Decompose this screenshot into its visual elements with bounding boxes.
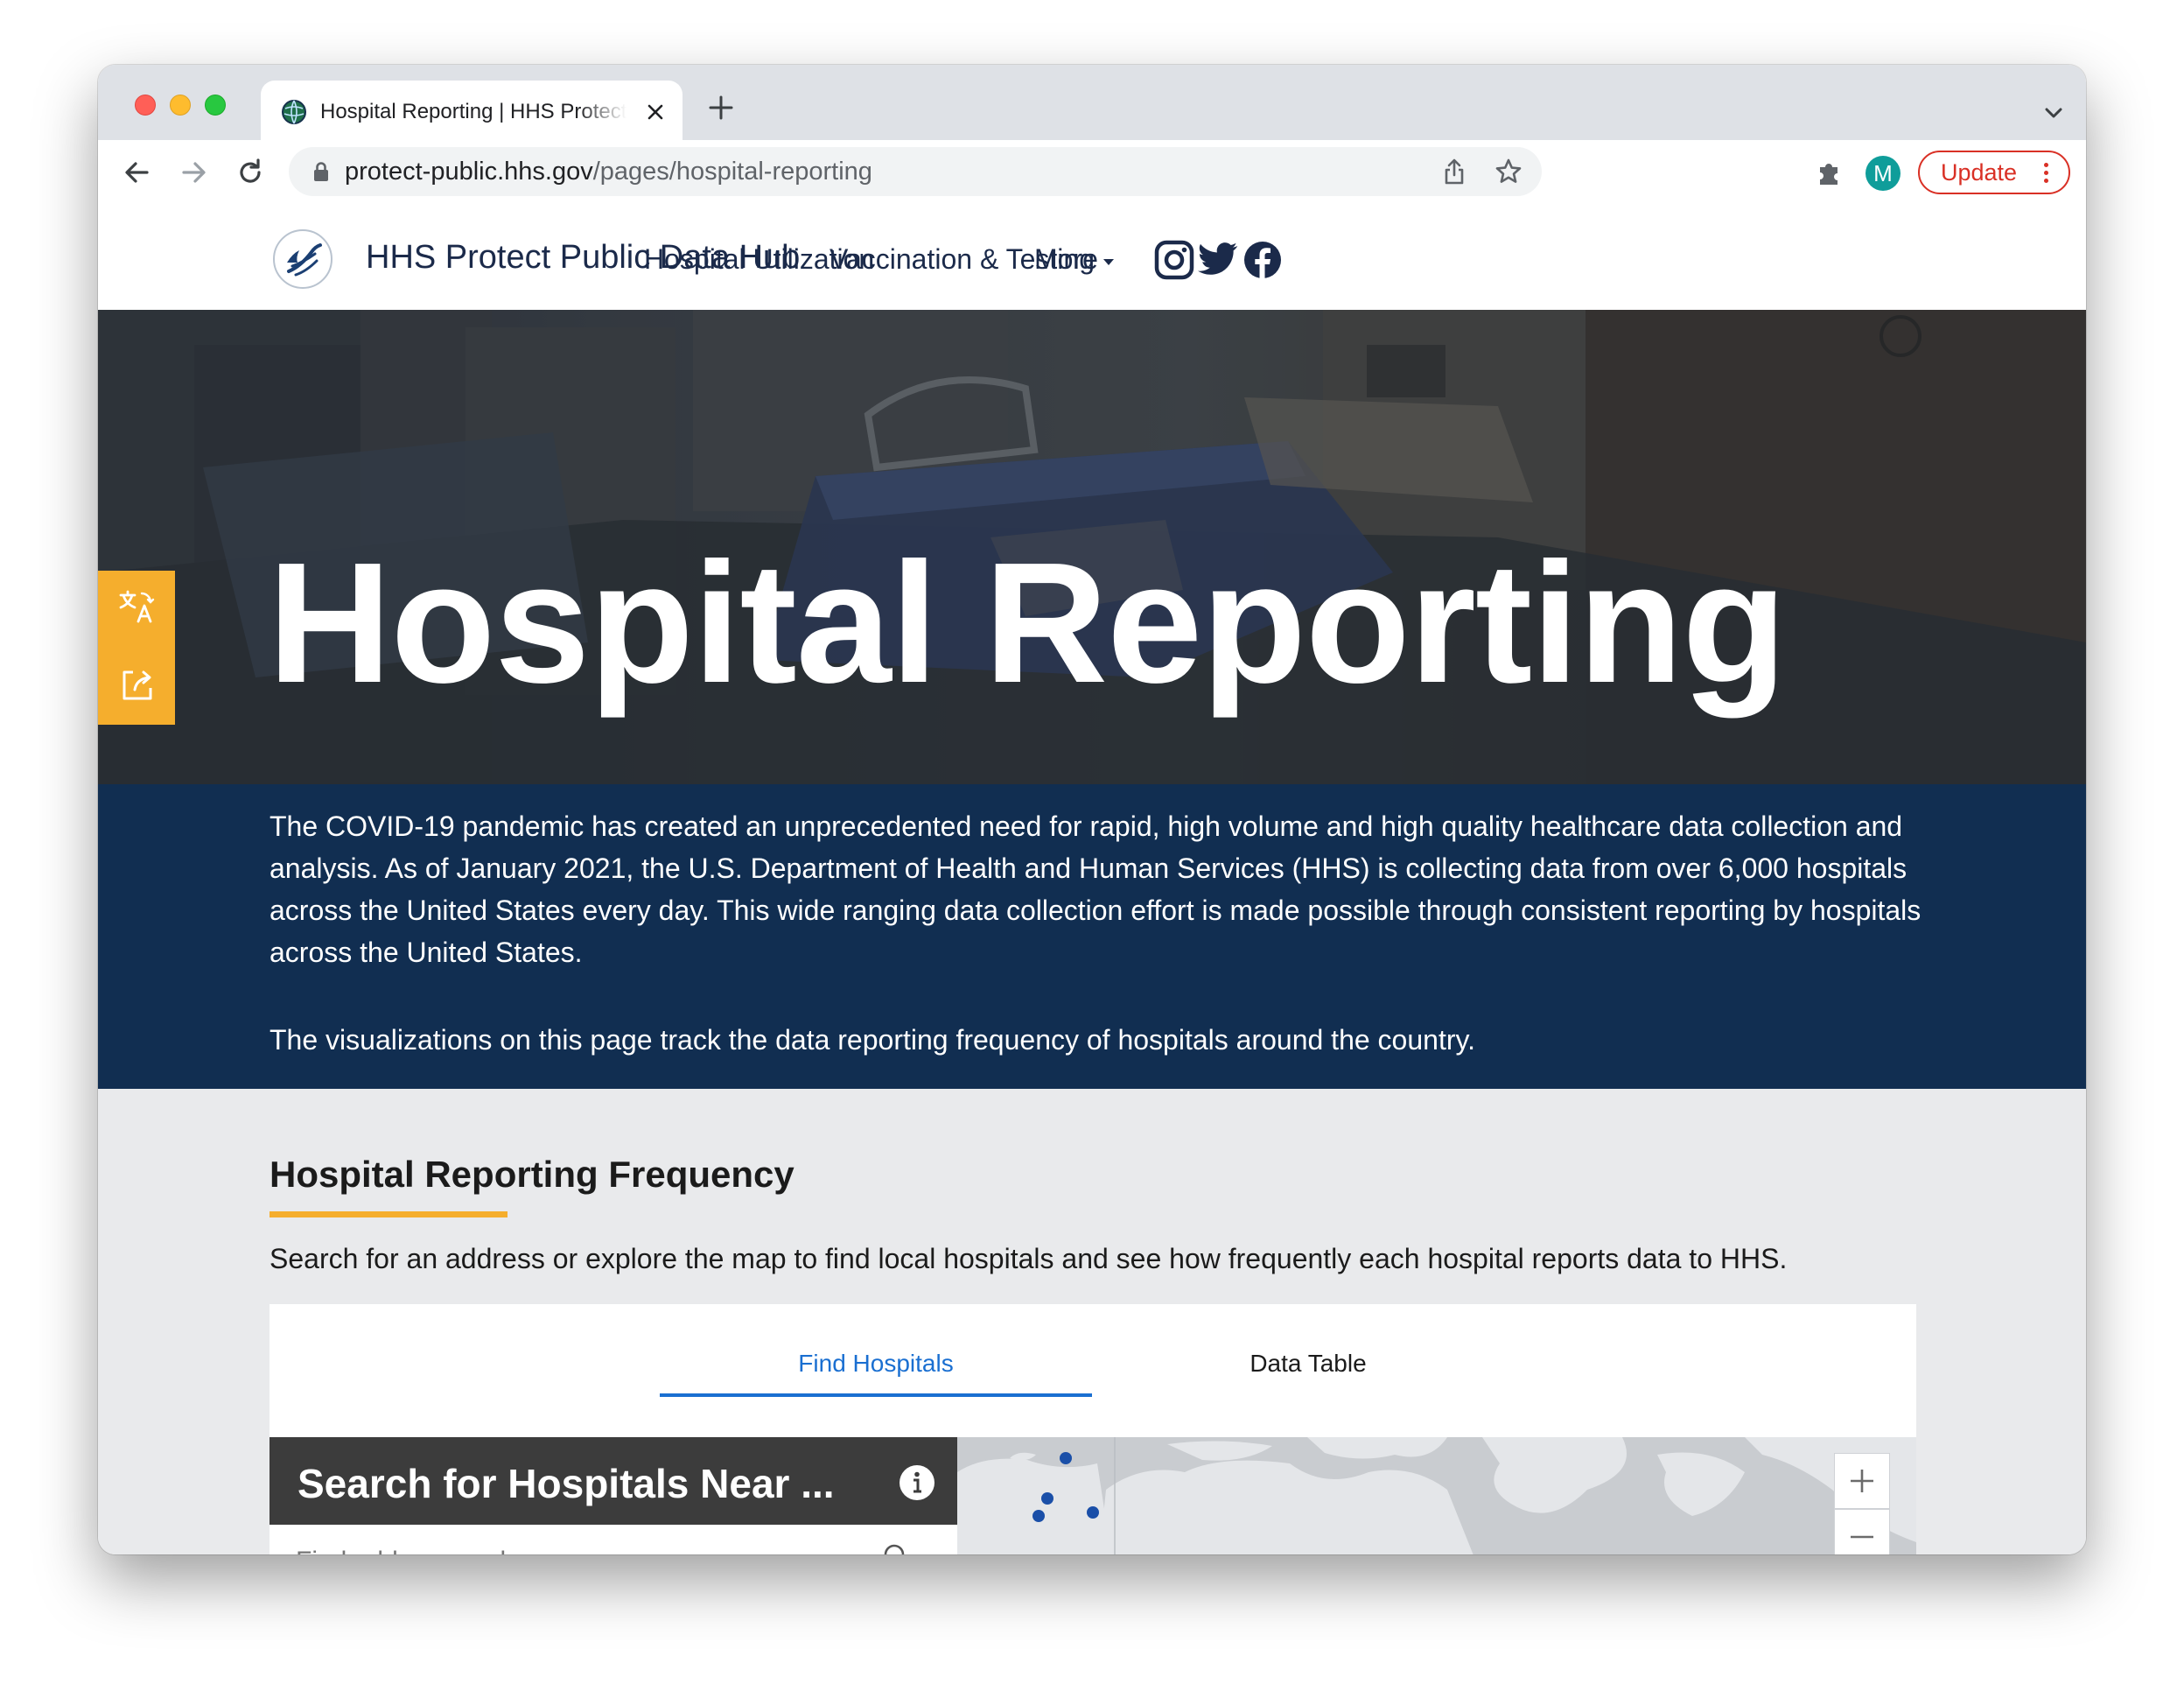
address-search-input[interactable] [296, 1544, 873, 1554]
map-panel: Find Hospitals Data Table Search for Hos… [270, 1304, 1916, 1554]
nav-more-dropdown[interactable]: More [1034, 240, 1116, 278]
hospital-marker[interactable] [1087, 1506, 1099, 1519]
section-heading: Hospital Reporting Frequency [270, 1154, 794, 1195]
zoom-in-button[interactable] [1834, 1453, 1890, 1509]
twitter-icon[interactable] [1197, 238, 1241, 282]
share-icon[interactable] [116, 663, 158, 705]
close-window-button[interactable] [135, 95, 156, 116]
close-tab-icon[interactable] [644, 101, 667, 123]
extensions-puzzle-icon[interactable] [1813, 157, 1844, 188]
hospital-marker[interactable] [1032, 1510, 1045, 1522]
search-input-row [270, 1525, 957, 1554]
nav-more-label: More [1034, 243, 1098, 275]
hospital-marker[interactable] [1041, 1492, 1054, 1505]
search-icon[interactable] [882, 1542, 912, 1554]
search-header: Search for Hospitals Near ... [270, 1437, 957, 1525]
browser-tab-active[interactable]: Hospital Reporting | HHS Protect Public … [261, 81, 682, 140]
site-header: HHS Protect Public Data Hub Hospital Uti… [98, 205, 2086, 310]
update-label: Update [1941, 159, 2018, 186]
hero-banner: Hospital Reporting [98, 310, 2086, 784]
map-basemap [957, 1437, 1916, 1554]
tab-title: Hospital Reporting | HHS Protect Public … [320, 100, 626, 123]
chevron-down-icon[interactable] [2042, 102, 2065, 124]
minimize-window-button[interactable] [170, 95, 191, 116]
browser-toolbar: protect-public.hhs.gov/pages/hospital-re… [98, 140, 2086, 206]
maximize-window-button[interactable] [205, 95, 226, 116]
active-tab-indicator [660, 1393, 1092, 1397]
plus-icon [1851, 1470, 1873, 1492]
heading-underline [270, 1211, 508, 1217]
zoom-out-button[interactable] [1834, 1509, 1890, 1554]
url-host: protect-public.hhs.gov [345, 158, 593, 186]
update-button[interactable]: Update [1918, 151, 2070, 194]
reload-icon[interactable] [234, 157, 266, 188]
hospital-marker[interactable] [1060, 1452, 1072, 1464]
lock-icon [314, 162, 328, 181]
url-text: protect-public.hhs.gov/pages/hospital-re… [345, 156, 872, 187]
hospital-map[interactable] [957, 1437, 1916, 1554]
new-tab-icon[interactable] [708, 95, 734, 121]
bookmark-star-icon[interactable] [1493, 156, 1524, 187]
page-title: Hospital Reporting [268, 527, 1787, 719]
facebook-icon[interactable] [1241, 238, 1284, 282]
more-menu-icon [2044, 163, 2049, 184]
tab-find-hospitals[interactable]: Find Hospitals [660, 1348, 1092, 1379]
intro-paragraph-2: The visualizations on this page track th… [270, 1024, 1475, 1056]
intro-section: The COVID-19 pandemic has created an unp… [98, 784, 2086, 1089]
browser-window: Hospital Reporting | HHS Protect Public … [98, 65, 2086, 1554]
instagram-icon[interactable] [1152, 238, 1196, 282]
address-bar[interactable]: protect-public.hhs.gov/pages/hospital-re… [289, 147, 1542, 196]
info-icon[interactable] [898, 1463, 936, 1502]
tab-strip: Hospital Reporting | HHS Protect Public … [98, 65, 2086, 140]
reporting-frequency-section: Hospital Reporting Frequency Search for … [98, 1089, 2086, 1554]
share-page-icon[interactable] [1438, 156, 1470, 187]
intro-paragraph-1: The COVID-19 pandemic has created an unp… [270, 810, 1922, 968]
minus-icon [1851, 1535, 1873, 1539]
globe-favicon-icon [282, 100, 306, 124]
side-toolbar [98, 571, 175, 725]
search-title: Search for Hospitals Near ... [298, 1461, 835, 1506]
back-arrow-icon[interactable] [121, 157, 152, 188]
caret-down-icon [1102, 258, 1114, 265]
section-description: Search for an address or explore the map… [270, 1243, 1788, 1274]
forward-arrow-icon[interactable] [178, 157, 210, 188]
translate-icon[interactable] [116, 586, 158, 628]
tab-data-table[interactable]: Data Table [1092, 1348, 1524, 1379]
profile-avatar[interactable]: M [1866, 156, 1900, 191]
hhs-logo-icon[interactable] [271, 228, 334, 291]
url-path: /pages/hospital-reporting [592, 158, 872, 186]
